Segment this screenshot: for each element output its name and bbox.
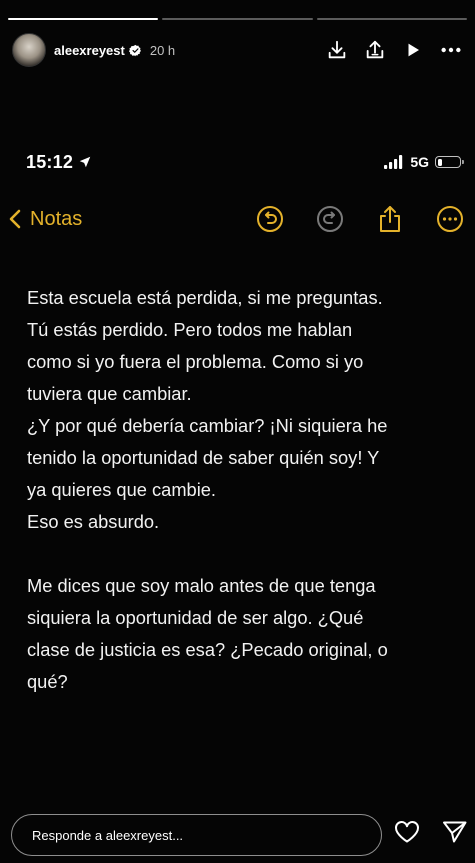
location-arrow-icon — [79, 156, 91, 168]
download-icon[interactable] — [325, 38, 349, 62]
heart-icon[interactable] — [394, 820, 420, 849]
story-actions — [325, 38, 463, 62]
story-time: 20 h — [149, 42, 176, 58]
reply-actions — [394, 820, 468, 849]
send-icon[interactable] — [442, 820, 468, 849]
network-type: 5G — [410, 154, 429, 170]
notes-actions — [255, 204, 465, 234]
undo-icon[interactable] — [255, 204, 285, 234]
notes-back-button[interactable]: Notas — [6, 208, 82, 231]
more-icon[interactable] — [439, 38, 463, 62]
phone-status-bar: 15:12 5G — [26, 150, 464, 174]
note-line: tenido la oportunidad de saber quién soy… — [27, 447, 380, 468]
note-line: siquiera la oportunidad de ser algo. ¿Qu… — [27, 607, 364, 628]
note-line: clase de justicia es esa? ¿Pecado origin… — [27, 639, 388, 660]
username[interactable]: aleexreyest — [54, 43, 125, 58]
verified-badge-icon — [128, 44, 141, 56]
signal-icon — [384, 155, 403, 169]
note-line: tuviera que cambiar. — [27, 383, 192, 404]
notes-back-label: Notas — [30, 207, 83, 230]
note-line: Me dices que soy malo antes de que tenga — [27, 575, 376, 596]
battery-icon — [435, 156, 464, 168]
note-line: Esta escuela está perdida, si me pregunt… — [27, 287, 383, 308]
redo-icon[interactable] — [315, 204, 345, 234]
battery-level — [437, 158, 442, 166]
note-line: Eso es absurdo. — [27, 511, 160, 532]
phone-clock: 15:12 — [26, 151, 74, 172]
chevron-left-icon — [9, 209, 21, 229]
avatar[interactable] — [12, 33, 46, 67]
story-progress-bars — [8, 18, 467, 21]
note-line: qué? — [27, 671, 68, 692]
share-icon[interactable] — [375, 204, 405, 234]
share-to-icon[interactable] — [363, 38, 387, 62]
note-line: ¿Y por qué debería cambiar? ¡Ni siquiera… — [27, 415, 388, 436]
reply-placeholder: Responde a aleexreyest... — [32, 827, 184, 843]
reply-input[interactable]: Responde a aleexreyest... — [11, 814, 382, 856]
status-indicators: 5G — [384, 154, 464, 170]
progress-segment — [8, 18, 159, 20]
note-line: ya quieres que cambie. — [27, 479, 217, 500]
story-header: aleexreyest 20 h — [12, 32, 463, 68]
progress-segment — [162, 18, 313, 20]
note-line: como si yo fuera el problema. Como si yo — [27, 351, 364, 372]
note-body[interactable]: Esta escuela está perdida, si me pregunt… — [27, 282, 457, 698]
progress-segment — [316, 18, 467, 20]
note-line: Tú estás perdido. Pero todos me hablan — [27, 319, 353, 340]
story-viewer: aleexreyest 20 h 15:12 5G Notas Esta esc… — [0, 0, 475, 863]
notes-toolbar: Notas — [6, 198, 465, 240]
more-options-icon[interactable] — [435, 204, 465, 234]
play-icon[interactable] — [401, 38, 425, 62]
